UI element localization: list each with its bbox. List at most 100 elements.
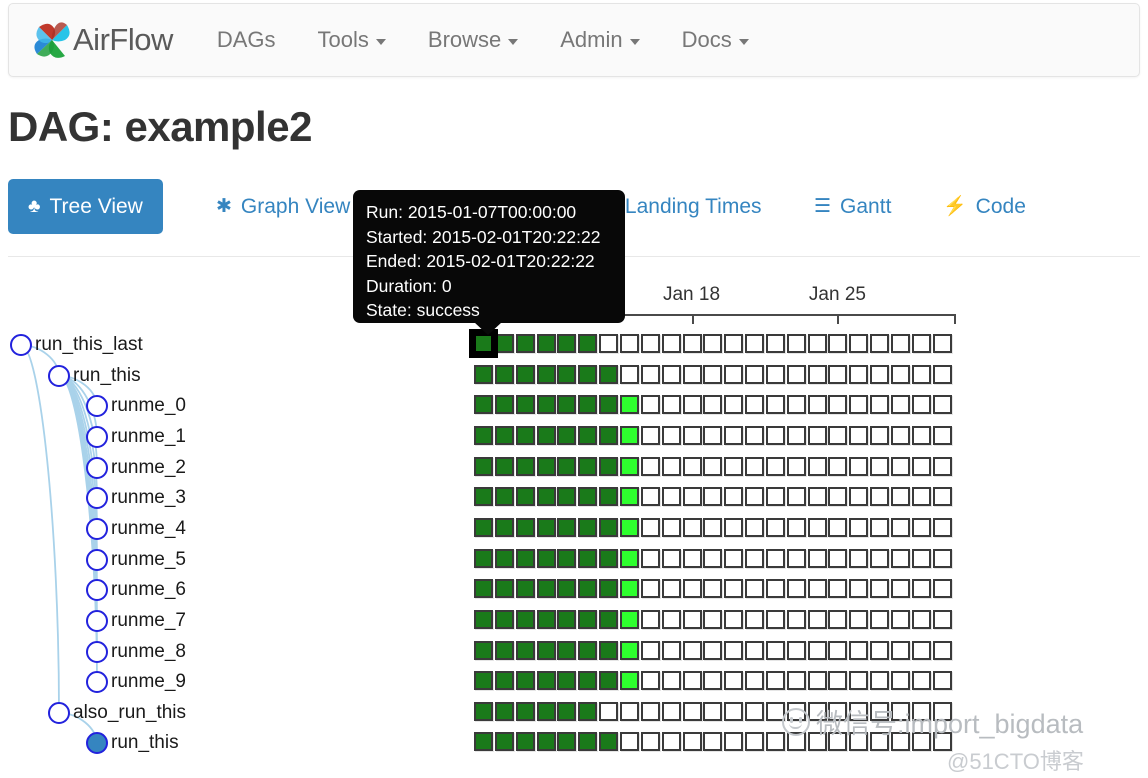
task-instance-cell[interactable] xyxy=(599,579,619,599)
task-instance-cell[interactable] xyxy=(703,517,723,537)
task-instance-cell[interactable] xyxy=(911,579,931,599)
task-instance-cell[interactable] xyxy=(724,395,744,415)
task-instance-cell[interactable] xyxy=(494,640,514,660)
task-instance-cell[interactable] xyxy=(745,579,765,599)
task-instance-cell[interactable] xyxy=(640,579,660,599)
task-instance-cell[interactable] xyxy=(557,395,577,415)
task-instance-cell[interactable] xyxy=(661,456,681,476)
task-instance-cell[interactable] xyxy=(536,364,556,384)
task-instance-cell[interactable] xyxy=(619,732,639,752)
task-instance-cell[interactable] xyxy=(724,487,744,507)
tree-node-runme_4[interactable]: runme_4 xyxy=(86,516,186,542)
task-instance-cell[interactable] xyxy=(640,334,660,353)
task-instance-cell[interactable] xyxy=(932,334,952,353)
task-instance-cell[interactable] xyxy=(828,334,848,353)
task-instance-cell[interactable] xyxy=(745,701,765,721)
tab-graph-view[interactable]: ✱ Graph View xyxy=(216,179,350,234)
task-instance-cell[interactable] xyxy=(870,364,890,384)
task-instance-cell[interactable] xyxy=(599,671,619,691)
task-instance-cell[interactable] xyxy=(911,609,931,629)
task-instance-cell[interactable] xyxy=(703,732,723,752)
task-instance-cell[interactable] xyxy=(870,609,890,629)
task-instance-cell[interactable] xyxy=(474,517,493,537)
task-instance-cell[interactable] xyxy=(891,456,910,476)
task-instance-cell[interactable] xyxy=(932,640,952,660)
tab-tree-view[interactable]: ♣ Tree View xyxy=(8,179,163,234)
task-instance-cell[interactable] xyxy=(494,456,514,476)
task-instance-cell[interactable] xyxy=(640,732,660,752)
task-instance-cell[interactable] xyxy=(765,334,785,353)
tree-node-runme_8[interactable]: runme_8 xyxy=(86,639,186,665)
nav-item-admin[interactable]: Admin xyxy=(560,27,640,53)
task-instance-cell[interactable] xyxy=(599,334,619,353)
tree-node-runme_5[interactable]: runme_5 xyxy=(86,547,186,573)
task-instance-cell[interactable] xyxy=(599,487,619,507)
task-instance-cell[interactable] xyxy=(661,701,681,721)
task-instance-cell[interactable] xyxy=(619,701,639,721)
task-instance-cell[interactable] xyxy=(661,487,681,507)
task-instance-cell[interactable] xyxy=(911,395,931,415)
task-instance-cell[interactable] xyxy=(870,579,890,599)
task-instance-cell[interactable] xyxy=(536,456,556,476)
nav-item-browse[interactable]: Browse xyxy=(428,27,519,53)
task-instance-cell[interactable] xyxy=(578,425,598,445)
task-instance-cell[interactable] xyxy=(494,425,514,445)
task-instance-cell[interactable] xyxy=(724,671,744,691)
task-instance-cell[interactable] xyxy=(578,456,598,476)
task-instance-cell[interactable] xyxy=(745,640,765,660)
task-instance-cell[interactable] xyxy=(724,517,744,537)
task-instance-cell[interactable] xyxy=(724,609,744,629)
task-instance-cell[interactable] xyxy=(765,579,785,599)
task-instance-cell[interactable] xyxy=(515,732,535,752)
task-instance-cell[interactable] xyxy=(870,548,890,568)
tree-node-runme_2[interactable]: runme_2 xyxy=(86,455,186,481)
task-instance-cell[interactable] xyxy=(745,487,765,507)
task-instance-cell[interactable] xyxy=(578,548,598,568)
task-instance-cell[interactable] xyxy=(870,395,890,415)
task-instance-cell[interactable] xyxy=(724,364,744,384)
task-instance-cell[interactable] xyxy=(745,334,765,353)
task-instance-cell[interactable] xyxy=(870,425,890,445)
task-instance-cell[interactable] xyxy=(619,517,639,537)
task-instance-cell[interactable] xyxy=(494,701,514,721)
tree-node-run_this[interactable]: run_this xyxy=(48,363,141,389)
task-instance-cell[interactable] xyxy=(891,671,910,691)
task-instance-cell[interactable] xyxy=(911,364,931,384)
task-instance-cell[interactable] xyxy=(724,701,744,721)
task-instance-cell[interactable] xyxy=(849,517,869,537)
task-instance-cell[interactable] xyxy=(849,364,869,384)
task-instance-cell[interactable] xyxy=(849,579,869,599)
task-instance-cell[interactable] xyxy=(765,456,785,476)
task-instance-cell[interactable] xyxy=(828,395,848,415)
task-instance-cell[interactable] xyxy=(682,548,702,568)
task-instance-cell[interactable] xyxy=(474,364,493,384)
task-instance-cell[interactable] xyxy=(745,395,765,415)
task-instance-cell[interactable] xyxy=(619,487,639,507)
task-instance-cell[interactable] xyxy=(891,425,910,445)
task-instance-cell[interactable] xyxy=(640,517,660,537)
task-instance-cell[interactable] xyxy=(786,517,806,537)
task-instance-cell[interactable] xyxy=(599,364,619,384)
task-instance-cell[interactable] xyxy=(536,640,556,660)
task-instance-cell[interactable] xyxy=(515,456,535,476)
tree-node-runme_3[interactable]: runme_3 xyxy=(86,485,186,511)
task-instance-cell[interactable] xyxy=(870,456,890,476)
task-instance-cell[interactable] xyxy=(619,579,639,599)
task-instance-cell[interactable] xyxy=(682,456,702,476)
task-instance-cell[interactable] xyxy=(661,364,681,384)
task-instance-cell[interactable] xyxy=(765,517,785,537)
task-instance-cell[interactable] xyxy=(786,548,806,568)
task-instance-cell[interactable] xyxy=(807,548,827,568)
task-instance-cell[interactable] xyxy=(911,640,931,660)
task-instance-cell[interactable] xyxy=(849,671,869,691)
task-instance-cell[interactable] xyxy=(661,671,681,691)
task-instance-cell[interactable] xyxy=(557,671,577,691)
task-instance-cell[interactable] xyxy=(619,395,639,415)
task-instance-cell[interactable] xyxy=(619,334,639,353)
task-instance-cell[interactable] xyxy=(599,456,619,476)
task-instance-cell[interactable] xyxy=(849,395,869,415)
task-instance-cell[interactable] xyxy=(786,609,806,629)
task-instance-cell[interactable] xyxy=(599,395,619,415)
task-instance-cell[interactable] xyxy=(578,395,598,415)
task-instance-cell[interactable] xyxy=(703,701,723,721)
